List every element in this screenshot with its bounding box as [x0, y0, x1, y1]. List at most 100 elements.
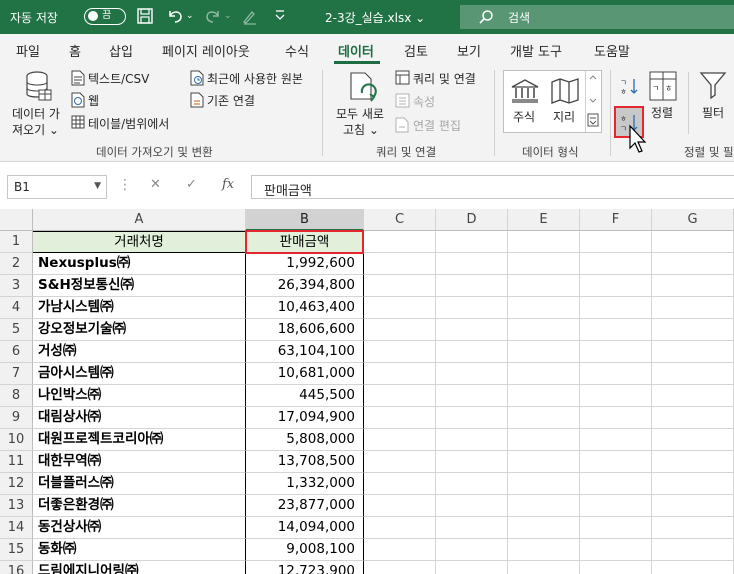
cell-customer-name[interactable]: 나인박스㈜	[33, 385, 246, 407]
empty-cell[interactable]	[364, 231, 436, 253]
empty-cell[interactable]	[436, 385, 508, 407]
tab-developer[interactable]: 개발 도구	[510, 41, 562, 60]
cancel-formula-icon[interactable]: ✕	[150, 177, 161, 192]
row-header[interactable]: 9	[0, 407, 33, 429]
cell-sales-amount[interactable]: 1,332,000	[246, 473, 364, 495]
empty-cell[interactable]	[580, 451, 652, 473]
empty-cell[interactable]	[364, 363, 436, 385]
tab-help[interactable]: 도움말	[594, 41, 630, 60]
empty-cell[interactable]	[364, 473, 436, 495]
cell-sales-amount[interactable]: 445,500	[246, 385, 364, 407]
empty-cell[interactable]	[508, 495, 580, 517]
empty-cell[interactable]	[508, 297, 580, 319]
empty-cell[interactable]	[436, 429, 508, 451]
empty-cell[interactable]	[652, 363, 734, 385]
empty-cell[interactable]	[652, 495, 734, 517]
empty-cell[interactable]	[652, 341, 734, 363]
empty-cell[interactable]	[652, 253, 734, 275]
column-header-f[interactable]: F	[580, 209, 652, 231]
empty-cell[interactable]	[436, 517, 508, 539]
empty-cell[interactable]	[652, 429, 734, 451]
empty-cell[interactable]	[436, 495, 508, 517]
empty-cell[interactable]	[580, 385, 652, 407]
customize-toolbar-icon[interactable]	[274, 8, 294, 28]
cell-customer-name[interactable]: 동화㈜	[33, 539, 246, 561]
empty-cell[interactable]	[508, 231, 580, 253]
empty-cell[interactable]	[436, 561, 508, 574]
empty-cell[interactable]	[580, 495, 652, 517]
cell-customer-name[interactable]: 대원프로젝트코리아㈜	[33, 429, 246, 451]
cell-customer-name[interactable]: S&H정보통신㈜	[33, 275, 246, 297]
row-header[interactable]: 3	[0, 275, 33, 297]
empty-cell[interactable]	[436, 341, 508, 363]
empty-cell[interactable]	[364, 517, 436, 539]
empty-cell[interactable]	[364, 495, 436, 517]
search-box[interactable]: 검색	[460, 5, 734, 29]
empty-cell[interactable]	[580, 231, 652, 253]
empty-cell[interactable]	[364, 539, 436, 561]
row-header[interactable]: 10	[0, 429, 33, 451]
gallery-scroll[interactable]	[585, 71, 601, 132]
empty-cell[interactable]	[652, 319, 734, 341]
empty-cell[interactable]	[436, 363, 508, 385]
cell-customer-name[interactable]: 가남시스템㈜	[33, 297, 246, 319]
empty-cell[interactable]	[580, 429, 652, 451]
cell-sales-amount[interactable]: 5,808,000	[246, 429, 364, 451]
cell-sales-amount[interactable]: 17,094,900	[246, 407, 364, 429]
empty-cell[interactable]	[580, 407, 652, 429]
cell-customer-name[interactable]: 거성㈜	[33, 341, 246, 363]
cell-sales-amount[interactable]: 13,708,500	[246, 451, 364, 473]
tab-file[interactable]: 파일	[16, 41, 40, 60]
empty-cell[interactable]	[436, 297, 508, 319]
cell-customer-name[interactable]: 드림에지니어링㈜	[33, 561, 246, 574]
cell-customer-name[interactable]: 더블플러스㈜	[33, 473, 246, 495]
cell-sales-amount[interactable]: 12,723,900	[246, 561, 364, 574]
column-header-c[interactable]: C	[364, 209, 436, 231]
row-header[interactable]: 8	[0, 385, 33, 407]
tab-insert[interactable]: 삽입	[109, 41, 133, 60]
empty-cell[interactable]	[364, 341, 436, 363]
empty-cell[interactable]	[508, 253, 580, 275]
empty-cell[interactable]	[364, 407, 436, 429]
cell-sales-amount[interactable]: 26,394,800	[246, 275, 364, 297]
empty-cell[interactable]	[652, 451, 734, 473]
empty-cell[interactable]	[652, 231, 734, 253]
column-header-b[interactable]: B	[246, 209, 364, 231]
empty-cell[interactable]	[580, 561, 652, 574]
row-header[interactable]: 11	[0, 451, 33, 473]
empty-cell[interactable]	[580, 341, 652, 363]
cell-sales-amount[interactable]: 10,463,400	[246, 297, 364, 319]
row-header[interactable]: 12	[0, 473, 33, 495]
empty-cell[interactable]	[436, 253, 508, 275]
empty-cell[interactable]	[364, 429, 436, 451]
empty-cell[interactable]	[364, 385, 436, 407]
row-header[interactable]: 4	[0, 297, 33, 319]
row-header[interactable]: 16	[0, 561, 33, 574]
document-filename[interactable]: 2-3강_실습.xlsx ⌄	[325, 9, 425, 26]
cell-customer-name[interactable]: 강오정보기술㈜	[33, 319, 246, 341]
empty-cell[interactable]	[508, 451, 580, 473]
row-header[interactable]: 15	[0, 539, 33, 561]
formula-input[interactable]: 판매금액	[251, 175, 734, 199]
empty-cell[interactable]	[364, 297, 436, 319]
column-header-e[interactable]: E	[508, 209, 580, 231]
empty-cell[interactable]	[652, 385, 734, 407]
empty-cell[interactable]	[508, 319, 580, 341]
cell-sales-amount[interactable]: 14,094,000	[246, 517, 364, 539]
save-icon[interactable]	[136, 7, 156, 27]
row-header[interactable]: 14	[0, 517, 33, 539]
empty-cell[interactable]	[652, 517, 734, 539]
cell-customer-name[interactable]: 대한무역㈜	[33, 451, 246, 473]
empty-cell[interactable]	[580, 297, 652, 319]
row-header[interactable]: 7	[0, 363, 33, 385]
empty-cell[interactable]	[364, 275, 436, 297]
empty-cell[interactable]	[652, 539, 734, 561]
enter-formula-icon[interactable]: ✓	[186, 177, 197, 192]
empty-cell[interactable]	[436, 539, 508, 561]
empty-cell[interactable]	[508, 561, 580, 574]
row-header[interactable]: 5	[0, 319, 33, 341]
empty-cell[interactable]	[436, 407, 508, 429]
empty-cell[interactable]	[652, 297, 734, 319]
tab-data[interactable]: 데이터	[338, 41, 374, 60]
row-header[interactable]: 2	[0, 253, 33, 275]
